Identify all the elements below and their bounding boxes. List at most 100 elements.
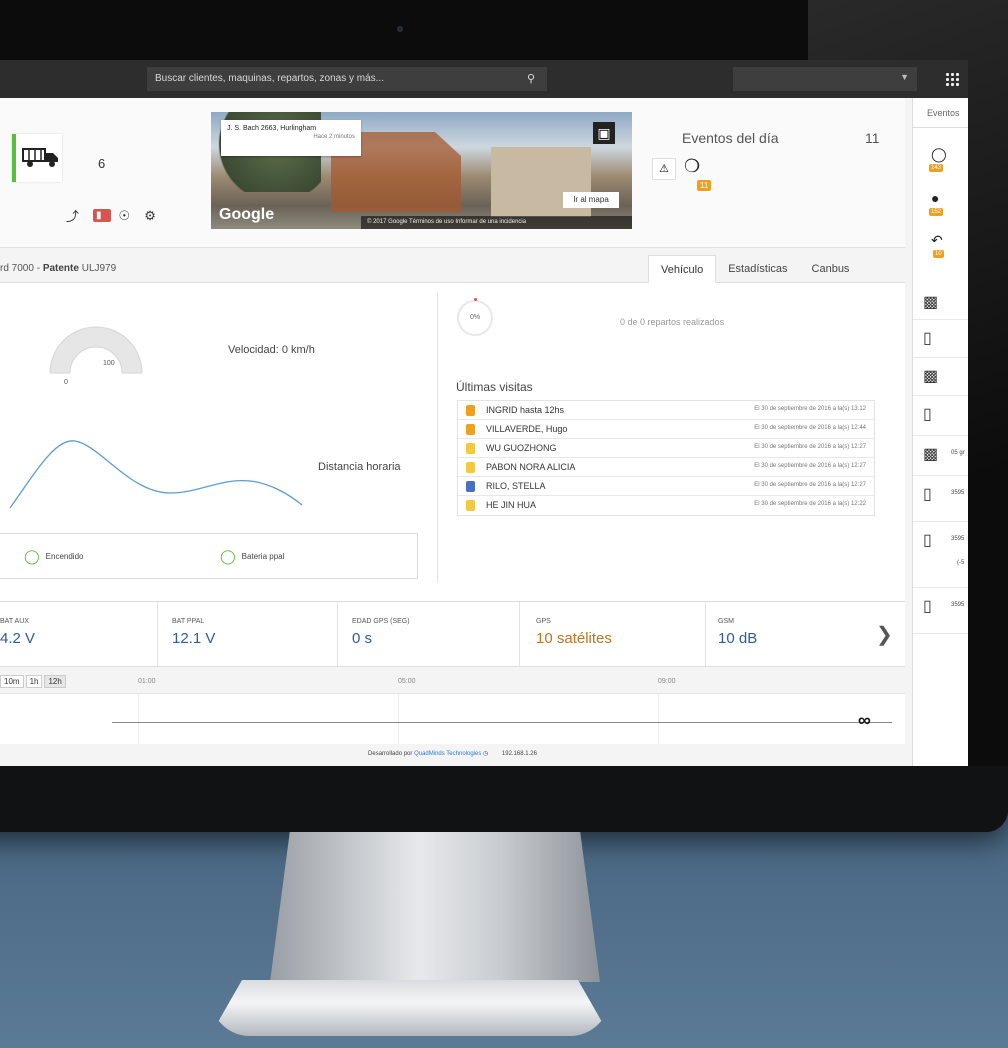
warning-icon[interactable]: ⚠ — [652, 158, 676, 180]
vehicle-header: 6 ⤴ ▮ ☉ ⚙ J. S. Bach 2663, Hurlingham Ha… — [0, 98, 905, 248]
list-item[interactable]: ▯ — [913, 320, 968, 358]
visit-name: VILLAVERDE, Hugo — [486, 424, 568, 434]
event-circle-icon[interactable]: ❍ — [684, 156, 700, 177]
vehicle-tabs: Vehículo Estadísticas Canbus — [648, 255, 861, 283]
gauge-min: 0 — [64, 379, 68, 386]
phone-icon: ▯ — [923, 486, 932, 503]
metric-gsm: GSM 10 dB — [706, 602, 866, 666]
metric-value: 10 satélites — [536, 630, 612, 647]
metric-bat-aux: BAT AUX 4.2 V — [0, 602, 158, 666]
timeline-tick: 09:00 — [658, 678, 676, 685]
search-input[interactable]: Buscar clientes, maquinas, repartos, zon… — [147, 67, 547, 91]
zoom-10m-button[interactable]: 10m — [0, 675, 24, 688]
wrench-icon[interactable]: ⤴ — [66, 206, 85, 225]
deliveries-progress: 0% — [457, 300, 493, 336]
visit-date: El 30 de septiembre de 2016 a la(s) 12:2… — [754, 501, 866, 507]
speed-gauge — [49, 326, 143, 374]
phone-icon: ▯ — [923, 406, 932, 423]
metric-label: BAT AUX — [0, 618, 29, 625]
status-label: Bateria ppal — [241, 552, 285, 561]
table-row[interactable]: WU GUOZHONG El 30 de septiembre de 2016 a… — [458, 439, 874, 458]
chevron-down-icon: ▼ — [900, 72, 909, 82]
clock-icon: ◷ — [483, 751, 489, 757]
zoom-1h-button[interactable]: 1h — [25, 675, 43, 688]
timeline-tick: 05:00 — [398, 678, 416, 685]
street-view[interactable]: J. S. Bach 2663, Hurlingham Hace 2 minut… — [211, 112, 632, 229]
info-icon[interactable]: ☉ — [119, 208, 137, 224]
status-ignition: ◯ Encendido — [24, 548, 83, 565]
list-item[interactable]: ▩ 05 gr — [913, 436, 968, 476]
visit-name: INGRID hasta 12hs — [486, 405, 565, 415]
side-badge: 152 — [929, 208, 944, 216]
gauge-max: 100 — [103, 360, 115, 367]
table-row[interactable]: VILLAVERDE, Hugo El 30 de septiembre de 2… — [458, 420, 874, 439]
visit-status-icon — [466, 424, 475, 435]
list-item[interactable]: ▯ 3595 (-5 — [913, 522, 968, 588]
side-badge: 10 — [933, 250, 944, 258]
expand-icon[interactable]: ▣ — [593, 122, 615, 144]
side-badge: 143 — [929, 164, 944, 172]
visit-date: El 30 de septiembre de 2016 a la(s) 12:2… — [754, 444, 866, 450]
list-item[interactable]: ▩ — [913, 358, 968, 396]
table-row[interactable]: RILO, STELLA El 30 de septiembre de 2016 … — [458, 477, 874, 496]
deliveries-text: 0 de 0 repartos realizados — [620, 317, 725, 327]
timeline-gridline — [398, 694, 399, 744]
vehicle-title-bar: rd 7000 - Patente ULJ979 Vehículo Estadí… — [0, 255, 905, 283]
list-item[interactable]: ▯ 3595 — [913, 588, 968, 634]
footer-prefix: Desarrollado por — [368, 751, 415, 757]
visit-status-icon — [466, 500, 475, 511]
truck-icon: ▩ — [923, 368, 939, 385]
company-link[interactable]: QuadMinds Technologies — [414, 751, 481, 757]
gear-icon[interactable]: ⚙ — [144, 208, 162, 224]
tab-canbus[interactable]: Canbus — [800, 255, 862, 283]
route-icon[interactable]: ↶ — [931, 232, 943, 249]
visit-name: RILO, STELLA — [486, 481, 546, 491]
list-item[interactable]: ▩ — [913, 284, 968, 320]
status-label: Encendido — [45, 552, 84, 561]
progress-indicator — [474, 298, 477, 301]
visit-name: PABON NORA ALICIA — [486, 462, 576, 472]
bulb-icon[interactable]: ● — [931, 190, 939, 206]
list-item-text: 3595 — [951, 536, 965, 542]
bulb-icon: ◯ — [220, 548, 236, 564]
vehicle-type-card[interactable] — [12, 134, 62, 182]
visit-date: El 30 de septiembre de 2016 a la(s) 12:2… — [754, 482, 866, 488]
search-icon[interactable]: ⚲ — [527, 67, 535, 91]
list-item[interactable]: ▯ 3595 — [913, 476, 968, 522]
metric-label: BAT PPAL — [172, 618, 205, 625]
alert-icon[interactable]: ▮ — [93, 209, 111, 222]
table-row[interactable]: PABON NORA ALICIA El 30 de septiembre de … — [458, 458, 874, 477]
truck-icon: ▩ — [923, 294, 939, 311]
account-select[interactable]: ▼ — [733, 67, 917, 91]
metric-value: 12.1 V — [172, 630, 216, 647]
grid-icon[interactable] — [945, 72, 959, 86]
list-item[interactable]: ▯ — [913, 396, 968, 436]
list-item-text: 05 gr — [951, 450, 965, 456]
distance-chart — [9, 440, 303, 509]
visit-status-icon — [466, 405, 475, 416]
timeline-track[interactable] — [112, 722, 892, 723]
metric-gps: GPS 10 satélites — [520, 602, 706, 666]
table-row[interactable]: INGRID hasta 12hs El 30 de septiembre de … — [458, 401, 874, 420]
chevron-right-icon[interactable]: ❯ — [876, 622, 893, 647]
events-count: 11 — [865, 130, 880, 146]
phone-icon: ▯ — [923, 532, 932, 549]
top-navbar: Buscar clientes, maquinas, repartos, zon… — [0, 60, 968, 98]
visit-status-icon — [466, 481, 475, 492]
tab-vehicle[interactable]: Vehículo — [648, 255, 717, 283]
go-to-map-button[interactable]: Ir al mapa — [563, 192, 619, 208]
phone-icon: ▯ — [923, 598, 932, 615]
events-badge: 11 — [697, 180, 712, 191]
binoculars-icon[interactable]: ∞ — [858, 710, 871, 731]
plate-value: ULJ979 — [78, 263, 117, 274]
street-view-footer[interactable]: © 2017 Google Términos de uso Informar d… — [361, 216, 632, 229]
footer: Desarrollado por QuadMinds Technologies … — [0, 750, 905, 757]
visit-status-icon — [466, 462, 475, 473]
truck-icon: ▩ — [923, 446, 939, 463]
tab-statistics[interactable]: Estadísticas — [716, 255, 799, 283]
bulb-icon[interactable]: ◯ — [931, 146, 947, 163]
table-row[interactable]: HE JIN HUA El 30 de septiembre de 2016 a … — [458, 496, 874, 515]
zoom-12h-button[interactable]: 12h — [44, 675, 66, 688]
google-logo: Google — [219, 206, 275, 223]
tab-events[interactable]: Eventos — [913, 108, 968, 128]
